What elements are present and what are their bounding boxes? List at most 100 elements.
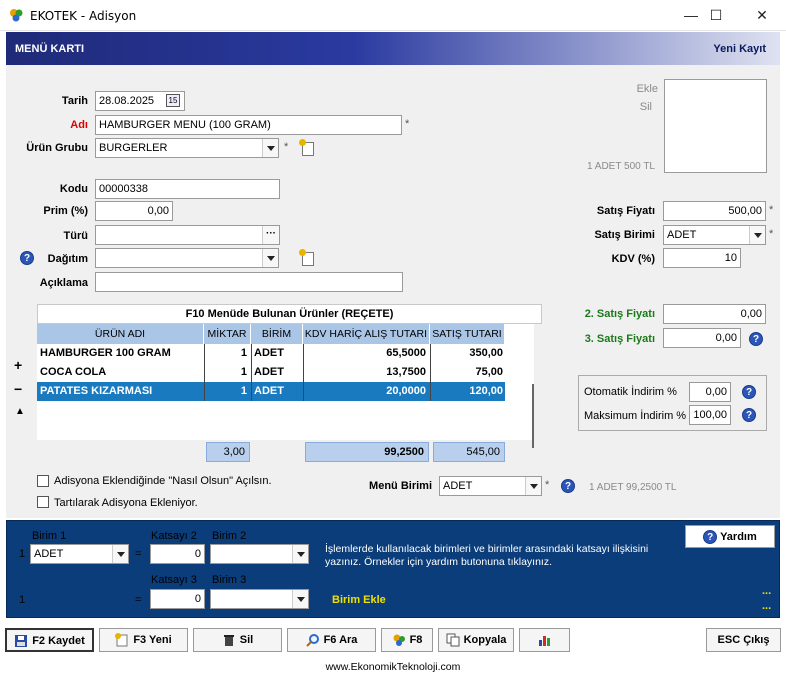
- col-birim[interactable]: BİRİM: [251, 324, 303, 344]
- urun-grubu-select[interactable]: BURGERLER: [95, 138, 279, 158]
- equals-sign: =: [135, 548, 142, 560]
- required-star: *: [545, 479, 550, 491]
- f8-button[interactable]: F8: [381, 628, 433, 652]
- kdv-input[interactable]: 10: [663, 248, 741, 268]
- aciklama-input[interactable]: [95, 272, 403, 292]
- table-row[interactable]: COCA COLA 1 ADET 13,7500 75,00: [37, 363, 505, 382]
- required-star: *: [405, 118, 410, 130]
- move-up-button[interactable]: ▲: [15, 406, 25, 417]
- satis-fiyati-label: Satış Fiyatı: [596, 205, 655, 217]
- birim3-select[interactable]: [210, 589, 309, 609]
- satis-fiyati-3-input[interactable]: 0,00: [663, 328, 741, 348]
- cikis-button[interactable]: ESC Çıkış: [706, 628, 781, 652]
- report-button[interactable]: [519, 628, 570, 652]
- row-sale: 120,00: [469, 385, 503, 397]
- birim1-select[interactable]: ADET: [30, 544, 129, 564]
- window-title: EKOTEK - Adisyon: [30, 9, 137, 23]
- footer-url[interactable]: www.EkonomikTeknoloji.com: [0, 661, 786, 673]
- birim-ekle-link[interactable]: Birim Ekle: [332, 594, 386, 606]
- kodu-input[interactable]: 00000338: [95, 179, 280, 199]
- kodu-label: Kodu: [59, 183, 88, 195]
- birim3-label: Birim 3: [212, 574, 247, 586]
- otomatik-help-icon[interactable]: ?: [742, 385, 756, 399]
- calendar-icon[interactable]: 15: [166, 94, 180, 107]
- nasil-olsun-checkbox[interactable]: [37, 475, 49, 487]
- more-dots[interactable]: ...: [762, 600, 771, 612]
- cikis-label: ESC Çıkış: [717, 634, 770, 646]
- equals-sign: =: [135, 594, 142, 606]
- satis-birimi-select[interactable]: ADET: [663, 225, 766, 245]
- table-row-selected[interactable]: PATATES KIZARMASI 1 ADET 20,0000 120,00: [37, 382, 505, 401]
- grid-divider: [251, 344, 252, 401]
- turu-input[interactable]: [95, 225, 280, 245]
- chevron-down-icon: [292, 545, 308, 563]
- katsayi3-input[interactable]: 0: [150, 589, 205, 609]
- otomatik-indirim-label: Otomatik İndirim %: [584, 386, 677, 398]
- yeni-button[interactable]: F3 Yeni: [99, 628, 188, 652]
- row-name: COCA COLA: [40, 366, 107, 378]
- grid-scrollbar[interactable]: [532, 384, 534, 448]
- col-kdv-haric[interactable]: KDV HARİÇ ALIŞ TUTARI: [303, 324, 430, 344]
- new-dagitim-icon[interactable]: [299, 249, 314, 266]
- birim1-label: Birim 1: [32, 530, 67, 542]
- image-remove-link[interactable]: Sil: [610, 101, 652, 113]
- yeni-label: F3 Yeni: [133, 634, 172, 646]
- prim-value: 0,00: [147, 205, 169, 217]
- kaydet-button[interactable]: F2 Kaydet: [5, 628, 94, 652]
- price3-help-icon[interactable]: ?: [749, 332, 763, 346]
- menu-birimi-select[interactable]: ADET: [439, 476, 542, 496]
- satis-fiyati-3-value: 0,00: [715, 332, 737, 344]
- total-qty: 3,00: [206, 442, 250, 462]
- product-image-box[interactable]: [664, 79, 767, 173]
- recipe-title: F10 Menüde Bulunan Ürünler (REÇETE): [37, 304, 542, 324]
- maksimum-indirim-label: Maksimum İndirim %: [584, 410, 687, 422]
- katsayi2-label: Katsayı 2: [151, 530, 197, 542]
- maksimum-indirim-input[interactable]: 100,00: [689, 405, 731, 425]
- maksimum-indirim-value: 100,00: [693, 409, 727, 421]
- ara-button[interactable]: F6 Ara: [287, 628, 376, 652]
- form-header: MENÜ KARTI Yeni Kayıt: [6, 32, 780, 65]
- otomatik-indirim-input[interactable]: 0,00: [689, 382, 731, 402]
- katsayi3-label: Katsayı 3: [151, 574, 197, 586]
- sil-button[interactable]: Sil: [193, 628, 282, 652]
- maximize-button[interactable]: ☐: [693, 0, 739, 31]
- row-name: HAMBURGER 100 GRAM: [40, 347, 171, 359]
- adi-input[interactable]: HAMBURGER MENU (100 GRAM): [95, 115, 402, 135]
- image-add-link[interactable]: Ekle: [610, 83, 658, 95]
- new-document-icon: [115, 633, 128, 647]
- nasil-olsun-label: Adisyona Eklendiğinde "Nasıl Olsun" Açıl…: [54, 475, 272, 487]
- dagitim-select[interactable]: [95, 248, 279, 268]
- col-urun-adi[interactable]: ÜRÜN ADI: [37, 324, 204, 344]
- row-qty: 1: [240, 366, 247, 378]
- menu-birimi-help-icon[interactable]: ?: [561, 479, 575, 493]
- urun-grubu-label: Ürün Grubu: [26, 142, 88, 154]
- satis-fiyati-2-input[interactable]: 0,00: [663, 304, 766, 324]
- kopyala-button[interactable]: Kopyala: [438, 628, 514, 652]
- yardim-button[interactable]: ? Yardım: [685, 525, 775, 548]
- image-info: 1 ADET 500 TL: [586, 161, 655, 172]
- satis-fiyati-input[interactable]: 500,00: [663, 201, 766, 221]
- birim2-select[interactable]: [210, 544, 309, 564]
- close-button[interactable]: ✕: [739, 0, 785, 31]
- prim-input[interactable]: 0,00: [95, 201, 173, 221]
- birim2-label: Birim 2: [212, 530, 247, 542]
- kdv-label: KDV (%): [611, 253, 655, 265]
- tartilarak-checkbox[interactable]: [37, 496, 49, 508]
- col-satis-tutari[interactable]: SATIŞ TUTARI: [430, 324, 505, 344]
- sil-label: Sil: [239, 634, 254, 646]
- col-miktar[interactable]: MİKTAR: [204, 324, 251, 344]
- add-row-button[interactable]: +: [14, 357, 22, 373]
- tartilarak-label: Tartılarak Adisyona Ekleniyor.: [54, 497, 198, 509]
- table-row[interactable]: HAMBURGER 100 GRAM 1 ADET 65,5000 350,00: [37, 344, 505, 363]
- new-group-icon[interactable]: [299, 139, 314, 156]
- tarih-value: 28.08.2025: [99, 95, 155, 107]
- row1-number: 1: [19, 548, 26, 560]
- katsayi2-input[interactable]: 0: [150, 544, 205, 564]
- remove-row-button[interactable]: −: [14, 381, 22, 397]
- grid-divider: [204, 344, 205, 401]
- turu-browse-button[interactable]: ···: [262, 226, 279, 244]
- more-dots[interactable]: ...: [762, 585, 771, 597]
- kodu-value: 00000338: [99, 183, 148, 195]
- maksimum-help-icon[interactable]: ?: [742, 408, 756, 422]
- form-title: MENÜ KARTI: [15, 43, 85, 55]
